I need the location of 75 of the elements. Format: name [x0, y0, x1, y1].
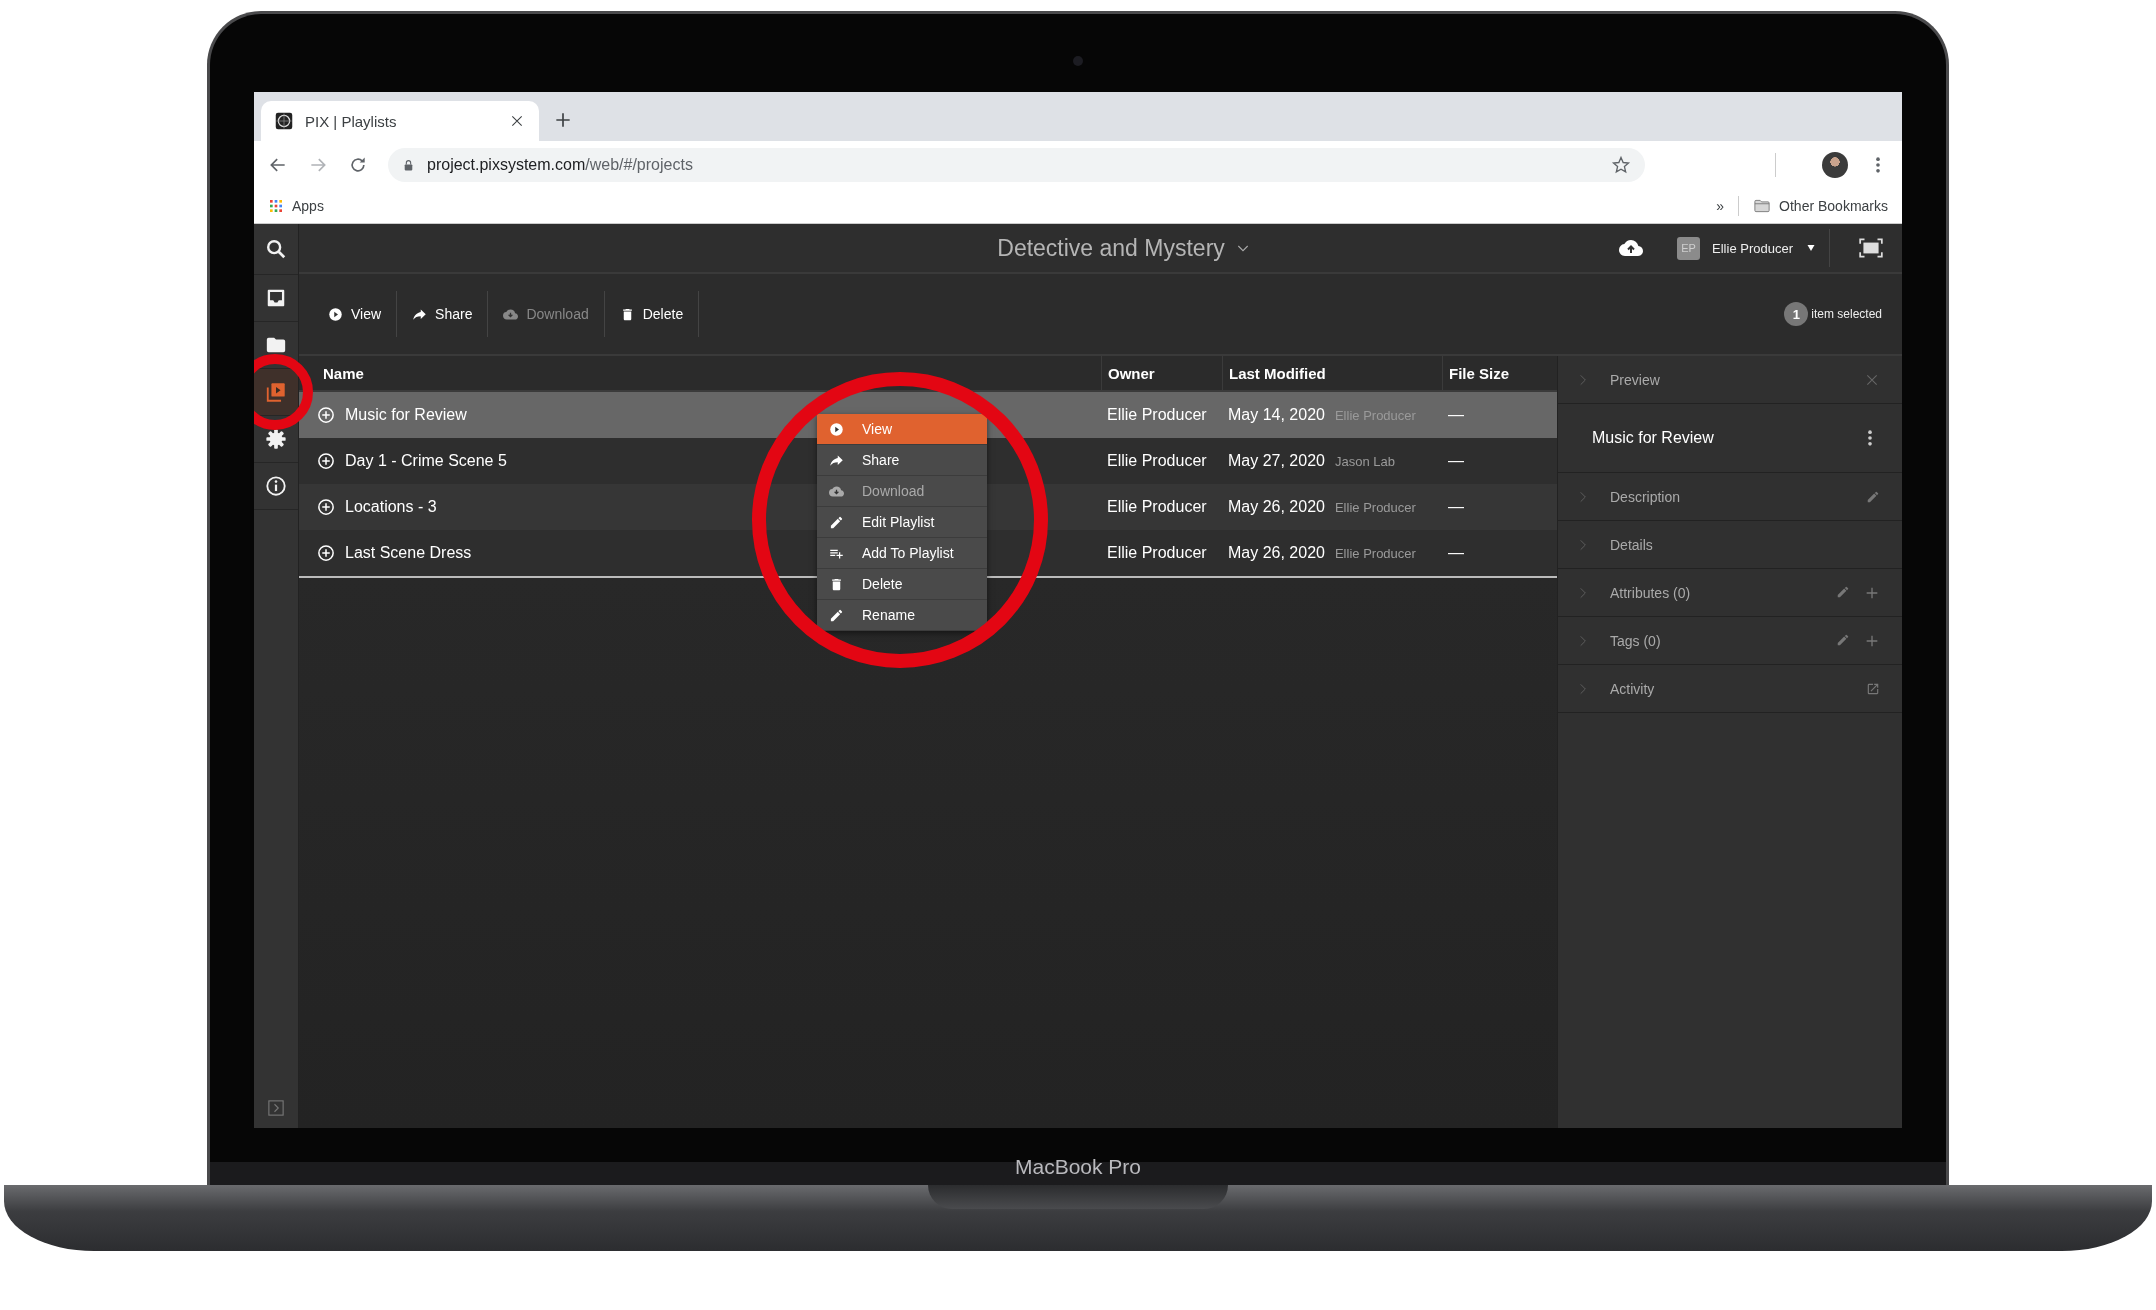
- toolbar-button[interactable]: Delete: [604, 291, 700, 337]
- panel-section[interactable]: Description: [1558, 473, 1902, 521]
- expand-row-icon[interactable]: [317, 544, 335, 562]
- modified-date: May 26, 2020: [1228, 498, 1325, 516]
- overflow-chevron[interactable]: »: [1716, 198, 1725, 214]
- menu-item[interactable]: Rename: [817, 600, 987, 631]
- menu-item[interactable]: Delete: [817, 569, 987, 600]
- play-icon: [829, 421, 844, 437]
- count-badge: 1: [1784, 302, 1809, 326]
- user-name[interactable]: Ellie Producer: [1712, 240, 1793, 256]
- folder-icon: [1753, 197, 1772, 215]
- column-header[interactable]: Owner: [1101, 356, 1222, 392]
- pencil-icon[interactable]: [1866, 489, 1880, 504]
- camera-dot: [1073, 56, 1083, 66]
- table-cell: —: [1442, 438, 1557, 484]
- modified-by: Jason Lab: [1334, 453, 1395, 469]
- modified-date: May 14, 2020: [1228, 406, 1325, 424]
- table-cell: —: [1442, 392, 1557, 438]
- menu-item[interactable]: Edit Playlist: [817, 507, 987, 538]
- grid-icon: [268, 198, 284, 214]
- table-cell: —: [1442, 484, 1557, 530]
- external-link-icon[interactable]: [1866, 681, 1880, 696]
- panel-section[interactable]: Details: [1558, 521, 1902, 569]
- bookmark-link[interactable]: Apps: [268, 198, 324, 214]
- bookmark-folder[interactable]: Other Bookmarks: [1753, 197, 1888, 215]
- modified-by: Ellie Producer: [1334, 499, 1416, 515]
- table-cell: Ellie Producer: [1101, 530, 1222, 576]
- address-bar[interactable]: project.pixsystem.com/web/#/projects: [388, 148, 1646, 182]
- expand-row-icon[interactable]: [317, 452, 335, 470]
- search-icon: [265, 238, 287, 260]
- table-cell: Ellie Producer: [1101, 392, 1222, 438]
- table-cell: Ellie Producer: [1101, 484, 1222, 530]
- playlist-icon: [265, 381, 287, 403]
- playlist-name[interactable]: Music for Review: [345, 406, 467, 424]
- fullscreen-icon[interactable]: [1858, 235, 1884, 261]
- panel-section[interactable]: Attributes (0): [1558, 569, 1902, 617]
- pencil-icon: [829, 514, 844, 530]
- column-header[interactable]: File Size: [1442, 356, 1557, 392]
- device-label: MacBook Pro: [1014, 1155, 1142, 1180]
- gear-icon: [265, 428, 287, 450]
- toolbar-button[interactable]: Share: [397, 291, 489, 337]
- pencil-icon[interactable]: [1836, 632, 1850, 647]
- table-cell: —: [1442, 530, 1557, 576]
- inbox-icon: [265, 287, 287, 309]
- panel-section[interactable]: Activity: [1558, 665, 1902, 713]
- profile-avatar[interactable]: [1822, 152, 1848, 178]
- project-title[interactable]: Detective and Mystery: [997, 234, 1225, 262]
- modified-by: Ellie Producer: [1334, 545, 1416, 561]
- expand-row-icon[interactable]: [317, 498, 335, 516]
- selection-label: item selected: [1811, 307, 1882, 321]
- info-icon: [265, 475, 287, 497]
- pencil-icon[interactable]: [1836, 584, 1850, 599]
- panel-section[interactable]: Tags (0): [1558, 617, 1902, 665]
- menu-item[interactable]: Share: [817, 445, 987, 476]
- column-header[interactable]: Last Modified: [1222, 356, 1442, 392]
- playlist-name[interactable]: Last Scene Dress: [345, 544, 472, 562]
- pencil-icon: [829, 607, 844, 623]
- favicon-icon: [275, 112, 293, 130]
- trash-icon: [829, 576, 844, 592]
- reload-icon[interactable]: [348, 155, 368, 175]
- modified-date: May 26, 2020: [1228, 544, 1325, 562]
- panel-heading[interactable]: Preview: [1610, 371, 1844, 388]
- table-cell: Ellie Producer: [1101, 438, 1222, 484]
- menu-item[interactable]: View: [817, 414, 987, 445]
- star-icon[interactable]: [1611, 155, 1632, 175]
- item-title: Music for Review: [1592, 429, 1715, 447]
- close-icon[interactable]: [509, 113, 525, 129]
- modified-date: May 27, 2020: [1228, 452, 1325, 470]
- playlist-name[interactable]: Locations - 3: [345, 498, 437, 516]
- playlist-name[interactable]: Day 1 - Crime Scene 5: [345, 452, 507, 470]
- toolbar-button[interactable]: View: [313, 291, 398, 337]
- browser-tab[interactable]: PIX | Playlists: [261, 101, 539, 141]
- menu-item[interactable]: Add To Playlist: [817, 538, 987, 569]
- lock-icon: [402, 158, 415, 172]
- play-icon: [328, 306, 343, 322]
